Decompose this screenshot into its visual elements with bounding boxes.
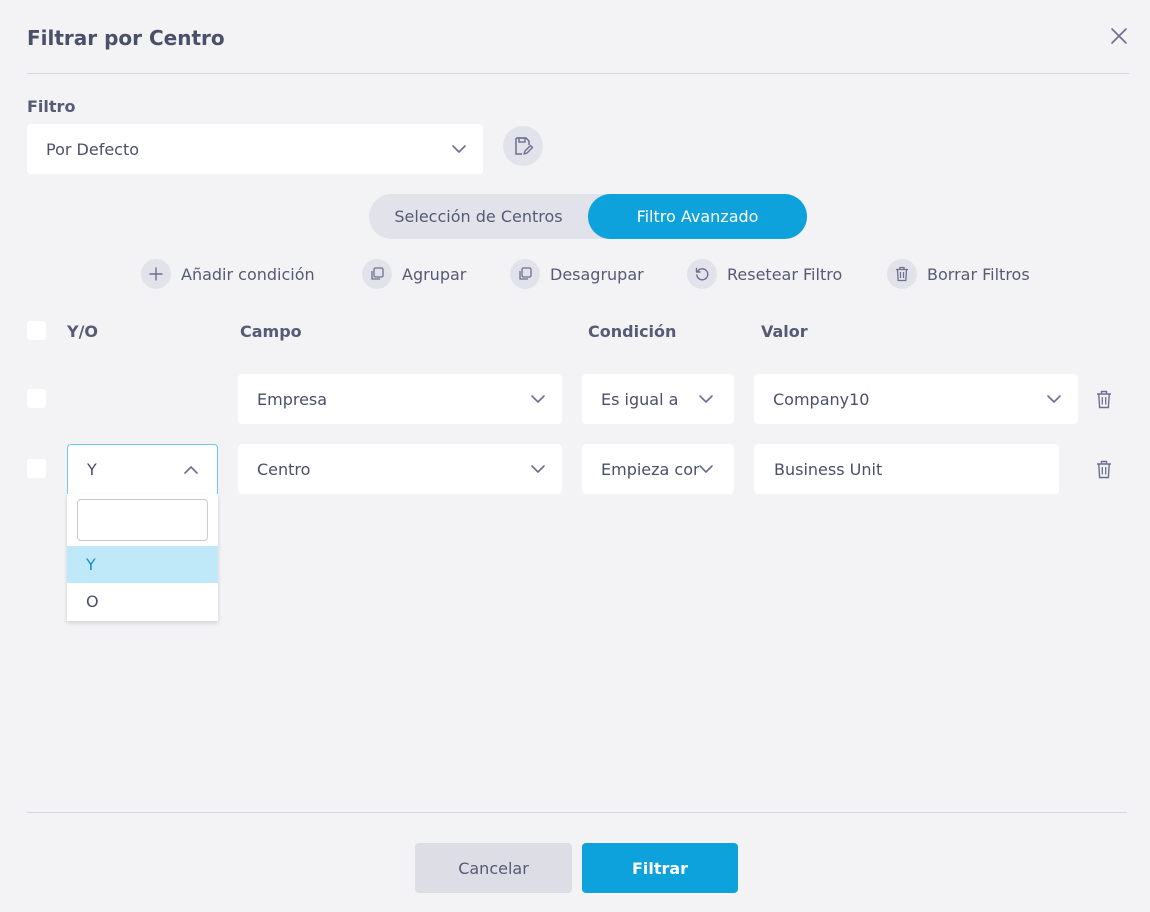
row-2-andor-select[interactable]: Y bbox=[67, 444, 218, 494]
row-2-delete-button[interactable] bbox=[1092, 457, 1116, 481]
row-2-value-input[interactable]: Business Unit bbox=[754, 444, 1059, 494]
chevron-down-icon bbox=[530, 394, 546, 404]
row-1-value: Company10 bbox=[773, 389, 870, 409]
add-condition-button[interactable]: Añadir condición bbox=[141, 259, 315, 289]
row-2-condition-select[interactable]: Empieza con bbox=[582, 444, 734, 494]
close-button[interactable] bbox=[1106, 23, 1132, 49]
group-icon bbox=[362, 259, 392, 289]
select-all-checkbox[interactable] bbox=[27, 321, 46, 340]
clear-filters-label: Borrar Filtros bbox=[927, 264, 1030, 284]
header-value: Valor bbox=[761, 322, 808, 341]
chevron-up-icon bbox=[183, 465, 199, 475]
toggle-centers-selection[interactable]: Selección de Centros bbox=[369, 194, 588, 239]
andor-dropdown: Y O bbox=[67, 494, 218, 621]
save-filter-button[interactable] bbox=[503, 126, 543, 166]
header-andor: Y/O bbox=[67, 322, 99, 341]
group-label: Agrupar bbox=[402, 264, 467, 284]
footer-divider bbox=[27, 812, 1127, 813]
row-1-checkbox[interactable] bbox=[27, 389, 46, 408]
chevron-down-icon bbox=[698, 464, 714, 474]
row-2-condition-value: Empieza con bbox=[601, 459, 699, 479]
andor-dropdown-search-input[interactable] bbox=[77, 499, 208, 541]
row-2-field-select[interactable]: Centro bbox=[238, 444, 562, 494]
header-field: Campo bbox=[240, 322, 302, 341]
row-1-condition-value: Es igual a bbox=[601, 389, 679, 409]
chevron-down-icon bbox=[1046, 394, 1062, 404]
group-button[interactable]: Agrupar bbox=[362, 259, 466, 289]
dialog-title: Filtrar por Centro bbox=[27, 26, 225, 50]
plus-icon bbox=[141, 259, 171, 289]
row-1-condition-select[interactable]: Es igual a bbox=[582, 374, 734, 424]
row-1-value-select[interactable]: Company10 bbox=[754, 374, 1078, 424]
ungroup-button[interactable]: Desagrupar bbox=[510, 259, 644, 289]
filter-label: Filtro bbox=[27, 97, 76, 116]
ungroup-icon bbox=[510, 259, 540, 289]
ungroup-label: Desagrupar bbox=[550, 264, 644, 284]
trash-icon bbox=[1097, 460, 1111, 478]
reset-filter-button[interactable]: Resetear Filtro bbox=[687, 259, 842, 289]
row-2-field-value: Centro bbox=[257, 459, 311, 479]
cancel-button[interactable]: Cancelar bbox=[415, 843, 572, 893]
toggle-advanced-filter[interactable]: Filtro Avanzado bbox=[588, 194, 807, 239]
header-divider bbox=[27, 73, 1129, 74]
andor-option-o[interactable]: O bbox=[67, 583, 218, 620]
chevron-down-icon bbox=[451, 144, 467, 154]
mode-toggle: Selección de Centros Filtro Avanzado bbox=[369, 194, 807, 239]
trash-icon bbox=[1097, 390, 1111, 408]
trash-icon bbox=[887, 259, 917, 289]
andor-option-y[interactable]: Y bbox=[67, 546, 218, 583]
reset-filter-label: Resetear Filtro bbox=[727, 264, 843, 284]
row-2-andor-value: Y bbox=[87, 460, 97, 479]
chevron-down-icon bbox=[698, 394, 714, 404]
header-condition: Condición bbox=[588, 322, 677, 341]
row-1-field-value: Empresa bbox=[257, 389, 328, 409]
reset-icon bbox=[687, 259, 717, 289]
clear-filters-button[interactable]: Borrar Filtros bbox=[887, 259, 1030, 289]
save-edit-icon bbox=[515, 137, 534, 155]
filter-submit-button[interactable]: Filtrar bbox=[582, 843, 738, 893]
filter-select[interactable]: Por Defecto bbox=[27, 124, 483, 174]
row-1-field-select[interactable]: Empresa bbox=[238, 374, 562, 424]
close-icon bbox=[1111, 28, 1127, 44]
row-1-delete-button[interactable] bbox=[1092, 387, 1116, 411]
row-2-checkbox[interactable] bbox=[27, 459, 46, 478]
add-condition-label: Añadir condición bbox=[181, 264, 315, 284]
filter-select-value: Por Defecto bbox=[46, 139, 140, 159]
chevron-down-icon bbox=[530, 464, 546, 474]
